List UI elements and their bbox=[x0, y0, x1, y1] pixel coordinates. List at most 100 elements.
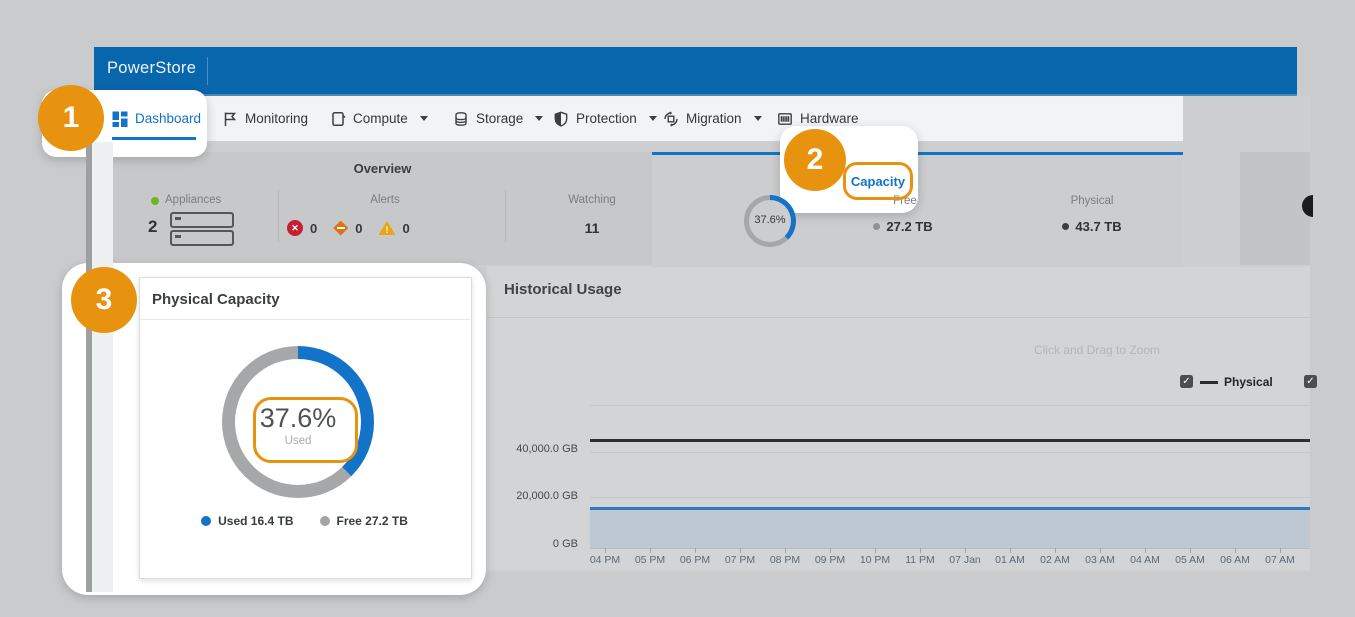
nav-label-compute: Compute bbox=[353, 111, 408, 126]
card-legend: Used 16.4 TB Free 27.2 TB bbox=[139, 514, 470, 528]
nav-label-monitoring: Monitoring bbox=[245, 111, 308, 126]
overview-divider-2 bbox=[505, 190, 506, 242]
legend-physical-label: Physical bbox=[1224, 375, 1273, 389]
nav-item-monitoring[interactable]: Monitoring bbox=[222, 96, 308, 141]
brand-logo: PowerStore bbox=[107, 59, 196, 78]
appliances-icon bbox=[170, 212, 234, 246]
monitoring-flag-icon bbox=[222, 111, 238, 127]
capacity-physical-value: 43.7 TB bbox=[1075, 219, 1121, 234]
overview-divider-1 bbox=[278, 190, 279, 242]
x-axis-label: 07 PM bbox=[718, 554, 762, 566]
nav-item-storage[interactable]: Storage bbox=[453, 96, 543, 141]
appliances-count: 2 bbox=[148, 217, 157, 237]
nav-item-compute[interactable]: Compute bbox=[330, 96, 428, 141]
chevron-down-icon bbox=[535, 116, 543, 121]
alerts-label: Alerts bbox=[285, 194, 485, 206]
top-bar-divider bbox=[207, 57, 208, 85]
x-axis-label: 09 PM bbox=[808, 554, 852, 566]
x-axis-label: 05 PM bbox=[628, 554, 672, 566]
x-axis-label: 11 PM bbox=[898, 554, 942, 566]
drag-to-zoom-hint: Click and Drag to Zoom bbox=[997, 343, 1197, 357]
capacity-title-highlight: Capacity bbox=[843, 162, 913, 200]
major-alert-icon bbox=[333, 221, 348, 236]
next-section-panel-cropped bbox=[1240, 152, 1310, 265]
alerts-row: 0 0 0 bbox=[287, 220, 410, 236]
card-legend-free: Free 27.2 TB bbox=[320, 514, 408, 528]
y-axis-label-40000: 40,000.0 GB bbox=[490, 443, 578, 455]
x-axis-tick bbox=[1190, 548, 1191, 553]
annotated-screenshot: PowerStore Overview Appliances 2 Alerts … bbox=[0, 0, 1355, 617]
card-legend-used: Used 16.4 TB bbox=[201, 514, 293, 528]
capacity-summary-donut: 37.6% bbox=[744, 195, 796, 247]
hardware-icon bbox=[777, 111, 793, 127]
x-axis-tick bbox=[1145, 548, 1146, 553]
nav-label-dashboard: Dashboard bbox=[135, 111, 201, 126]
x-axis-label: 04 AM bbox=[1123, 554, 1167, 566]
x-axis-tick bbox=[920, 548, 921, 553]
historical-header-divider bbox=[487, 317, 1310, 318]
y-axis-label-20000: 20,000.0 GB bbox=[490, 490, 578, 502]
capacity-section-title[interactable]: Capacity bbox=[851, 174, 905, 189]
top-bar: PowerStore bbox=[94, 47, 1297, 96]
critical-alert-icon bbox=[287, 220, 303, 236]
chevron-down-icon bbox=[649, 116, 657, 121]
x-axis-label: 05 AM bbox=[1168, 554, 1212, 566]
x-axis-tick bbox=[875, 548, 876, 553]
watching-count: 11 bbox=[532, 220, 652, 236]
legend-checkbox-cropped[interactable] bbox=[1304, 375, 1317, 388]
x-axis-tick bbox=[1100, 548, 1101, 553]
appliances-status-dot bbox=[151, 197, 159, 205]
legend-physical-line-swatch bbox=[1200, 381, 1218, 384]
callout-1-number: 1 bbox=[38, 85, 104, 151]
x-axis-label: 06 PM bbox=[673, 554, 717, 566]
x-axis-tick bbox=[965, 548, 966, 553]
physical-dot bbox=[1062, 223, 1069, 230]
x-axis-tick bbox=[1280, 548, 1281, 553]
protection-shield-icon bbox=[553, 111, 569, 127]
minor-alert-icon bbox=[378, 221, 395, 235]
capacity-summary-donut-pct: 37.6% bbox=[744, 214, 796, 226]
x-axis: 04 PM05 PM06 PM07 PM08 PM09 PM10 PM11 PM… bbox=[580, 548, 1310, 568]
capacity-free-value-row: 27.2 TB bbox=[853, 219, 953, 234]
x-axis-tick bbox=[1235, 548, 1236, 553]
appliances-label: Appliances bbox=[165, 194, 221, 206]
x-axis-label: 08 PM bbox=[763, 554, 807, 566]
x-axis-tick bbox=[830, 548, 831, 553]
minor-alert-count: 0 bbox=[402, 221, 409, 236]
app-left-rail bbox=[92, 142, 113, 592]
capacity-free-value: 27.2 TB bbox=[886, 219, 932, 234]
physical-capacity-title: Physical Capacity bbox=[152, 291, 280, 308]
x-axis-label: 10 PM bbox=[853, 554, 897, 566]
x-axis-tick bbox=[740, 548, 741, 553]
free-legend-dot bbox=[320, 516, 330, 526]
y-axis-label-0: 0 GB bbox=[490, 538, 578, 550]
nav-item-protection[interactable]: Protection bbox=[553, 96, 657, 141]
legend-checkbox-physical[interactable] bbox=[1180, 375, 1193, 388]
donut-center-highlight bbox=[253, 397, 358, 463]
used-series-line bbox=[590, 507, 1310, 510]
free-legend-label: Free 27.2 TB bbox=[337, 514, 408, 528]
chevron-down-icon bbox=[754, 116, 762, 121]
historical-usage-title: Historical Usage bbox=[504, 281, 622, 298]
nav-item-migration[interactable]: Migration bbox=[663, 96, 762, 141]
callout-2-number: 2 bbox=[784, 129, 846, 191]
nav-label-protection: Protection bbox=[576, 111, 637, 126]
x-axis-tick bbox=[785, 548, 786, 553]
cropped-dark-donut-icon bbox=[1302, 195, 1313, 218]
nav-label-storage: Storage bbox=[476, 111, 523, 126]
free-dot bbox=[873, 223, 880, 230]
x-axis-tick bbox=[1010, 548, 1011, 553]
major-alert-count: 0 bbox=[355, 221, 362, 236]
overview-title: Overview bbox=[112, 161, 653, 176]
callout-3-number: 3 bbox=[71, 267, 137, 333]
used-series-area bbox=[590, 510, 1310, 548]
nav-label-migration: Migration bbox=[686, 111, 742, 126]
x-axis-label: 01 AM bbox=[988, 554, 1032, 566]
migration-icon bbox=[663, 111, 679, 127]
storage-icon bbox=[453, 111, 469, 127]
critical-alert-count: 0 bbox=[310, 221, 317, 236]
physical-series-line bbox=[590, 439, 1310, 442]
capacity-physical-value-row: 43.7 TB bbox=[1040, 219, 1144, 234]
x-axis-tick bbox=[1055, 548, 1056, 553]
nav-item-dashboard[interactable]: Dashboard bbox=[112, 96, 201, 141]
